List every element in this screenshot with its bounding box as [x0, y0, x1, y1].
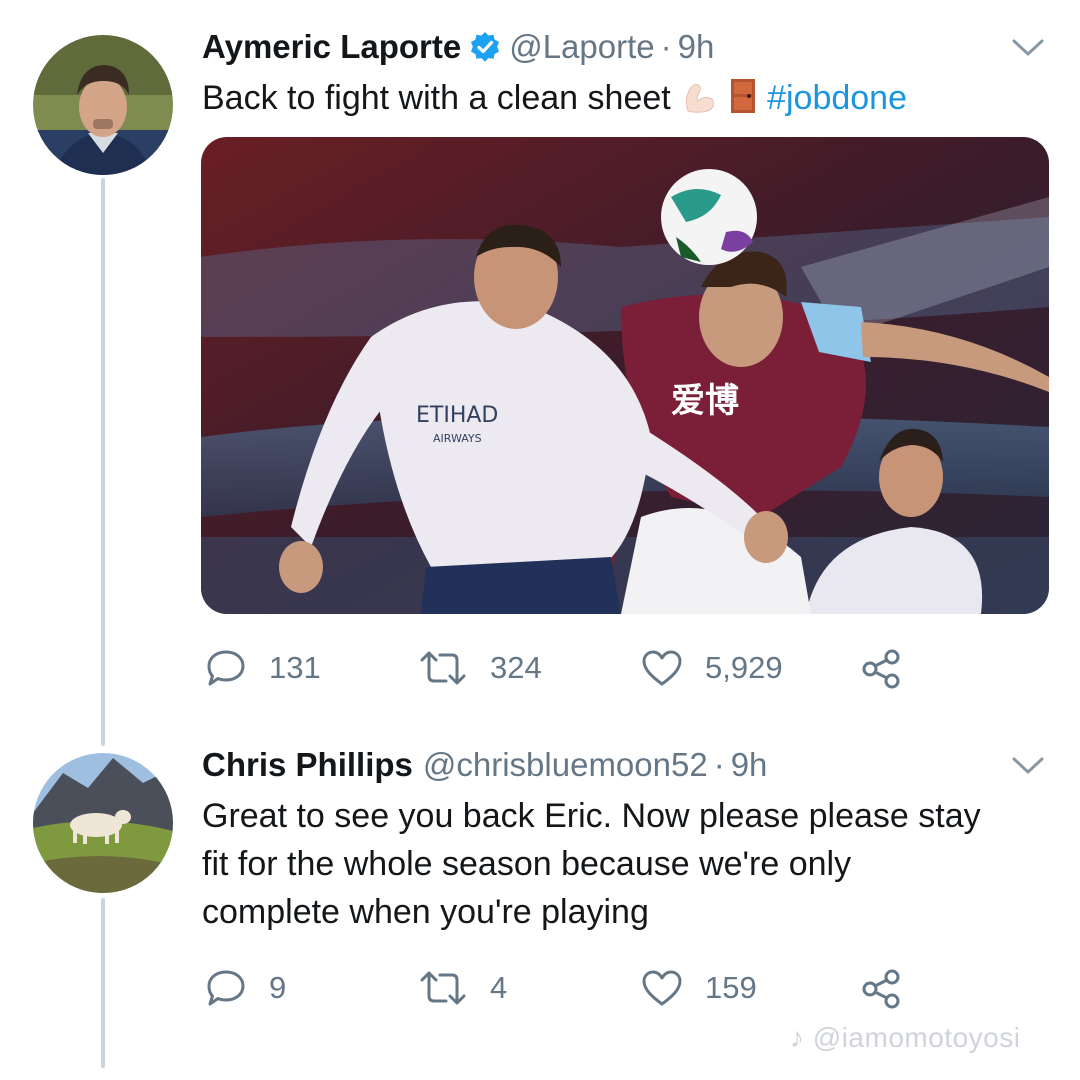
thread-line-bottom	[101, 898, 105, 1068]
reply-retweet-button[interactable]: 4	[418, 968, 507, 1008]
tweet-body: Back to fight with a clean sheet	[202, 79, 671, 117]
tweet-menu-chevron-icon[interactable]	[1010, 36, 1046, 60]
header-separator: ·	[660, 28, 672, 65]
tweet-media-photo[interactable]: 爱博 ETIHAD AIRWAYS	[201, 137, 1049, 614]
tiktok-icon: ♪	[790, 1022, 805, 1053]
thread-line-top	[101, 178, 105, 746]
reply-header: Chris Phillips @chrisbluemoon52 · 9h	[202, 746, 767, 784]
svg-text:ETIHAD: ETIHAD	[416, 403, 498, 428]
heart-icon	[642, 970, 682, 1006]
reply-icon	[207, 970, 245, 1006]
door-icon	[728, 77, 758, 128]
author-avatar[interactable]	[33, 35, 173, 175]
like-button[interactable]: 5,929	[641, 648, 783, 688]
watermark-handle: @iamomotoyosi	[812, 1022, 1021, 1053]
reply-author-avatar[interactable]	[33, 753, 173, 893]
share-button[interactable]	[860, 648, 902, 690]
flexed-biceps-icon	[680, 77, 718, 128]
reply-button[interactable]: 131	[205, 648, 321, 688]
author-handle[interactable]: @Laporte	[509, 28, 654, 66]
reply-header-separator: ·	[713, 746, 725, 783]
reply-author-name[interactable]: Chris Phillips	[202, 746, 413, 784]
reply-retweet-count: 4	[490, 970, 508, 1005]
tweet-timestamp[interactable]: 9h	[678, 28, 715, 66]
retweet-button[interactable]: 324	[418, 648, 542, 688]
reply-text-line: fit for the whole season because we're o…	[202, 845, 852, 883]
retweet-icon	[420, 971, 466, 1005]
reply-like-button[interactable]: 159	[641, 968, 757, 1008]
svg-text:AIRWAYS: AIRWAYS	[433, 432, 482, 445]
reply-reply-count: 9	[269, 970, 287, 1005]
reply-author-handle[interactable]: @chrisbluemoon52	[423, 746, 708, 784]
share-icon	[862, 649, 900, 689]
hashtag-link[interactable]: #jobdone	[767, 79, 907, 117]
watermark: ♪ @iamomotoyosi	[790, 1022, 1020, 1054]
reply-share-button[interactable]	[860, 968, 902, 1010]
author-name[interactable]: Aymeric Laporte	[202, 28, 461, 66]
verified-badge-icon	[469, 31, 501, 63]
like-count: 5,929	[705, 650, 783, 685]
reply-count: 131	[269, 650, 321, 685]
svg-text:爱博: 爱博	[671, 381, 739, 421]
reply-text: Great to see you back Eric. Now please p…	[202, 792, 981, 936]
reply-timestamp[interactable]: 9h	[731, 746, 768, 784]
reply-text-line: complete when you're playing	[202, 893, 649, 931]
retweet-count: 324	[490, 650, 542, 685]
reply-text-line: Great to see you back Eric. Now please p…	[202, 797, 981, 835]
share-icon	[862, 969, 900, 1009]
reply-reply-button[interactable]: 9	[205, 968, 286, 1008]
reply-like-count: 159	[705, 970, 757, 1005]
tweet-header: Aymeric Laporte @Laporte · 9h	[202, 28, 714, 66]
reply-menu-chevron-icon[interactable]	[1010, 754, 1046, 778]
tweet-text: Back to fight with a clean sheet #jobdon…	[202, 74, 907, 128]
